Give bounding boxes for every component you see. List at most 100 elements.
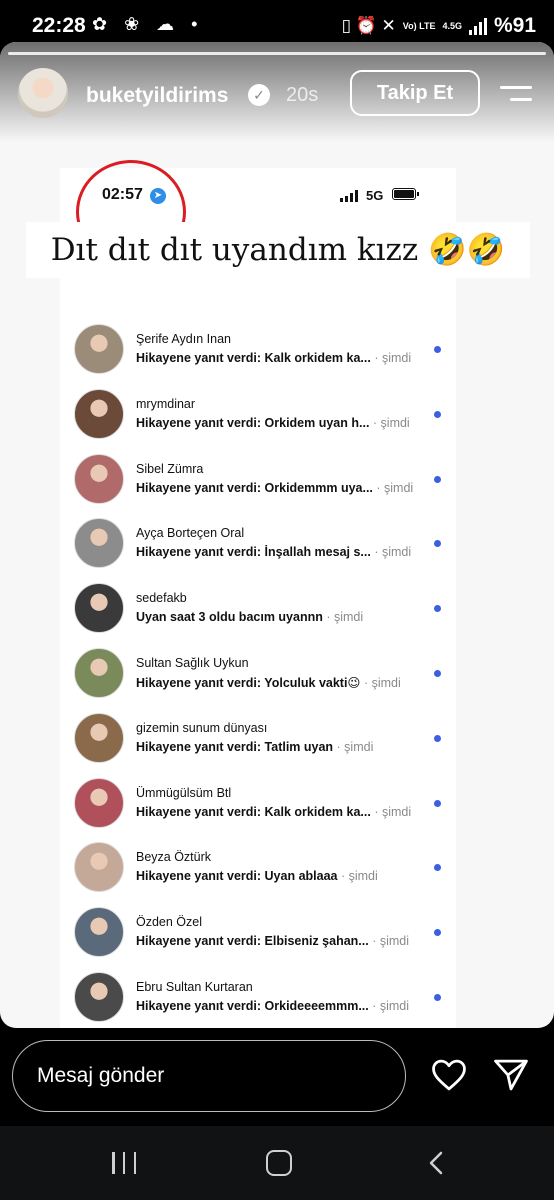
unread-dot — [434, 993, 441, 1001]
reply-text: Hikayene yanıt verdi: Uyan ablaaa — [136, 869, 338, 884]
battery-level: %91 — [493, 14, 536, 37]
follow-button[interactable]: Takip Et — [350, 70, 480, 116]
reply-row[interactable]: gizemin sunum dünyası Hikayene yanıt verd… — [60, 707, 456, 772]
network-speed-icon: 4.5G — [442, 20, 462, 31]
reply-text-line: Hikayene yanıt verdi: Elbiseniz şahan...… — [136, 934, 409, 948]
screenshot-network: 5G — [366, 188, 384, 203]
story-caption: Dıt dıt dıt uyandım kızz 🤣🤣 — [26, 222, 530, 278]
reply-text-line: Hikayene yanıt verdi: Orkideeeemmm... · … — [136, 999, 409, 1013]
status-bar: 22:28 ✿ ❀ ☁ • ▯ ⏰ ✕ Vo) LTE 4.5G %91 — [0, 0, 554, 46]
reply-text-line: Hikayene yanıt verdi: Orkidem uyan h... … — [136, 416, 410, 430]
reply-avatar[interactable] — [74, 777, 124, 828]
reply-text: Hikayene yanıt verdi: Kalk orkidem ka... — [136, 804, 371, 819]
reply-row[interactable]: Sultan Sağlık Uykun Hikayene yanıt verdi:… — [60, 642, 456, 707]
unread-dot — [434, 929, 441, 937]
screenshot-battery-icon — [392, 188, 419, 200]
reply-username: Özden Özel — [136, 915, 203, 930]
reply-avatar[interactable] — [74, 324, 124, 374]
network-type-icon: Vo) LTE — [402, 20, 436, 31]
send-icon[interactable] — [492, 1058, 530, 1092]
reply-row[interactable]: Sibel Zümra Hikayene yanıt verdi: Orkidem… — [60, 448, 456, 513]
reply-time: · şimdi — [372, 415, 410, 430]
unread-dot — [434, 734, 441, 742]
reply-text-line: Hikayene yanıt verdi: Yolculuk vakti😉 · … — [136, 675, 401, 690]
reply-text-line: Hikayene yanıt verdi: Orkidemmm uya... ·… — [136, 481, 413, 495]
reply-avatar[interactable] — [74, 712, 124, 763]
reply-row[interactable]: Beyza Öztürk Hikayene yanıt verdi: Uyan a… — [60, 836, 456, 901]
reply-time: · şimdi — [326, 610, 364, 625]
reply-text: Hikayene yanıt verdi: Kalk orkidem ka... — [136, 351, 371, 365]
reply-time: · şimdi — [363, 675, 401, 690]
system-icons: ▯ ⏰ ✕ — [341, 16, 396, 35]
reply-row[interactable]: sedefakb Uyan saat 3 oldu bacım uyannn · … — [60, 577, 456, 642]
reply-text-line: Hikayene yanıt verdi: Kalk orkidem ka...… — [136, 805, 411, 819]
reply-time: · şimdi — [374, 804, 412, 819]
reply-row[interactable]: mrymdinar Hikayene yanıt verdi: Orkidem u… — [60, 383, 456, 448]
verified-badge-icon: ✓ — [248, 84, 270, 106]
reply-avatar[interactable] — [74, 453, 124, 504]
reply-username: Sibel Zümra — [136, 461, 204, 476]
unread-dot — [434, 799, 441, 807]
reply-avatar[interactable] — [74, 388, 124, 439]
reply-text-line: Hikayene yanıt verdi: Kalk orkidem ka...… — [136, 351, 411, 365]
signal-icon — [468, 17, 487, 35]
reply-time: · şimdi — [372, 998, 410, 1013]
screenshot-signal-icon — [340, 190, 358, 202]
reply-username: Beyza Öztürk — [136, 850, 212, 865]
unread-dot — [434, 540, 441, 548]
reply-text: Hikayene yanıt verdi: Yolculuk vakti😉 — [136, 675, 361, 690]
reply-row[interactable]: Ebru Sultan Kurtaran Hikayene yanıt verdi… — [60, 966, 456, 1028]
reply-username: sedefakb — [136, 591, 187, 606]
unread-dot — [434, 346, 441, 353]
reply-avatar[interactable] — [74, 842, 124, 893]
reply-time: · şimdi — [372, 934, 410, 949]
unread-dot — [434, 864, 441, 872]
unread-dot — [434, 669, 441, 677]
reply-username: Ümmügülsüm Btl — [136, 785, 232, 800]
reply-avatar[interactable] — [74, 971, 124, 1022]
reply-text-line: Uyan saat 3 oldu bacım uyannn · şimdi — [136, 610, 363, 624]
reply-username: gizemin sunum dünyası — [136, 720, 268, 735]
home-icon[interactable] — [266, 1150, 292, 1176]
reply-row[interactable]: Ayça Borteçen Oral Hikayene yanıt verdi: … — [60, 512, 456, 577]
reply-avatar[interactable] — [74, 907, 124, 958]
reply-username: Sultan Sağlık Uykun — [136, 655, 249, 670]
story-time-ago: 20s — [286, 84, 319, 106]
reply-username: Ayça Borteçen Oral — [136, 526, 245, 541]
status-time: 22:28 — [32, 14, 86, 37]
recent-apps-icon[interactable] — [112, 1152, 136, 1174]
reply-time: · şimdi — [336, 739, 374, 754]
reply-avatar[interactable] — [74, 647, 124, 698]
reply-text: Hikayene yanıt verdi: Tatlim uyan — [136, 739, 334, 754]
reply-avatar[interactable] — [74, 583, 124, 634]
message-input[interactable]: Mesaj gönder — [12, 1040, 406, 1112]
reply-time: · şimdi — [374, 351, 412, 365]
reply-username: mrymdinar — [136, 396, 196, 411]
reply-list: Şerife Aydın Inan Hikayene yanıt verdi: K… — [60, 318, 456, 1028]
reply-username: Ebru Sultan Kurtaran — [136, 979, 253, 994]
story-screenshot: 02:57 ➤ 5G Şerife Aydın Inan Hikayene yan… — [60, 168, 456, 1028]
reply-row[interactable]: Ümmügülsüm Btl Hikayene yanıt verdi: Kalk… — [60, 772, 456, 837]
reply-row[interactable]: Özden Özel Hikayene yanıt verdi: Elbiseni… — [60, 901, 456, 966]
reply-row[interactable]: Şerife Aydın Inan Hikayene yanıt verdi: K… — [60, 318, 456, 383]
navigation-bar — [0, 1126, 554, 1200]
reply-text: Hikayene yanıt verdi: İnşallah mesaj s..… — [136, 545, 371, 560]
unread-dot — [434, 410, 441, 418]
story-view[interactable]: buketyildirims ✓ 20s Takip Et 02:57 ➤ 5G… — [0, 42, 554, 1028]
story-author-avatar[interactable] — [18, 68, 68, 118]
unread-dot — [434, 605, 441, 613]
story-progress-bar — [8, 52, 546, 55]
back-icon[interactable] — [424, 1150, 450, 1176]
reply-text-line: Hikayene yanıt verdi: Uyan ablaaa · şimd… — [136, 869, 378, 883]
reply-avatar[interactable] — [74, 518, 124, 569]
reply-time: · şimdi — [376, 480, 414, 495]
story-author-username[interactable]: buketyildirims — [86, 84, 228, 108]
reply-username: Şerife Aydın Inan — [136, 332, 231, 346]
reply-text: Hikayene yanıt verdi: Orkidem uyan h... — [136, 415, 370, 430]
reply-time: · şimdi — [340, 869, 378, 884]
menu-icon[interactable] — [500, 86, 532, 104]
heart-icon[interactable] — [430, 1058, 468, 1092]
reply-text: Uyan saat 3 oldu bacım uyannn — [136, 610, 323, 625]
reply-text: Hikayene yanıt verdi: Elbiseniz şahan... — [136, 934, 369, 949]
reply-time: · şimdi — [374, 545, 412, 560]
